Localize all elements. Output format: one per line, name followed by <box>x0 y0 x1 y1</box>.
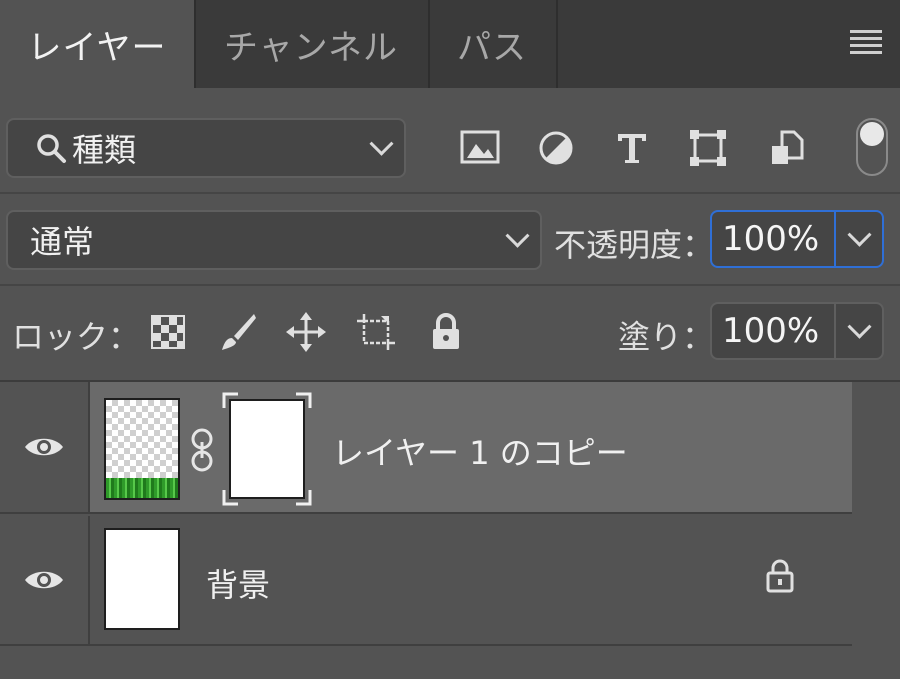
chevron-down-icon <box>369 131 394 156</box>
blend-mode-value: 通常 <box>30 223 95 261</box>
fill-label: 塗り： <box>618 318 715 356</box>
fill-value[interactable]: 100% <box>712 311 846 351</box>
layer-row[interactable]: レイヤー 1 のコピー <box>0 382 852 514</box>
chevron-down-icon <box>505 223 530 248</box>
visibility-toggle[interactable] <box>0 382 90 512</box>
opacity-label: 不透明度： <box>554 226 715 264</box>
link-chain-icon[interactable] <box>188 428 216 472</box>
tab-layers[interactable]: レイヤー <box>0 0 196 88</box>
layer-mask-thumbnail[interactable] <box>222 392 312 506</box>
fill-field[interactable]: 100% <box>710 302 884 360</box>
lock-icon[interactable] <box>764 558 796 594</box>
lock-artboard-icon[interactable] <box>354 310 398 354</box>
grass-image <box>106 478 178 498</box>
layer-thumbnail[interactable] <box>104 528 180 630</box>
chevron-down-icon <box>847 314 872 339</box>
tab-channels[interactable]: チャンネル <box>194 0 430 88</box>
filter-toggle-switch[interactable] <box>856 118 888 176</box>
layer-row[interactable]: 背景 <box>0 516 852 646</box>
opacity-value[interactable]: 100% <box>712 219 846 259</box>
type-filter-icon[interactable] <box>610 126 654 170</box>
visibility-toggle[interactable] <box>0 516 90 644</box>
layers-list: レイヤー 1 のコピー 背景 <box>0 382 852 679</box>
lock-position-move-icon[interactable] <box>284 310 328 354</box>
panel-menu-icon[interactable] <box>850 30 882 56</box>
image-filter-icon[interactable] <box>458 126 502 170</box>
search-icon <box>37 134 66 163</box>
layer-name[interactable]: レイヤー 1 のコピー <box>332 428 628 474</box>
filter-kind-dropdown[interactable]: 種類 <box>6 118 406 178</box>
blend-mode-dropdown[interactable]: 通常 <box>6 210 542 270</box>
opacity-field[interactable]: 100% <box>710 210 884 268</box>
fill-dropdown-button[interactable] <box>834 304 882 358</box>
tab-paths[interactable]: パス <box>428 0 558 88</box>
lock-image-pixels-brush-icon[interactable] <box>216 310 260 354</box>
lock-transparent-pixels-icon[interactable] <box>146 310 190 354</box>
opacity-dropdown-button[interactable] <box>834 212 882 266</box>
lock-label: ロック： <box>12 318 141 356</box>
smart-object-filter-icon[interactable] <box>764 126 808 170</box>
lock-all-icon[interactable] <box>424 310 468 354</box>
panel-tab-bar: レイヤー チャンネル パス <box>0 0 900 88</box>
layer-thumbnail[interactable] <box>104 398 180 500</box>
adjustment-filter-icon[interactable] <box>534 126 578 170</box>
shape-filter-icon[interactable] <box>686 126 730 170</box>
layer-name[interactable]: 背景 <box>206 560 270 606</box>
layers-scroll-gutter[interactable] <box>852 382 900 679</box>
chevron-down-icon <box>847 222 872 247</box>
eye-icon[interactable] <box>23 434 65 460</box>
eye-icon[interactable] <box>23 567 65 593</box>
filter-kind-label: 種類 <box>72 131 137 169</box>
